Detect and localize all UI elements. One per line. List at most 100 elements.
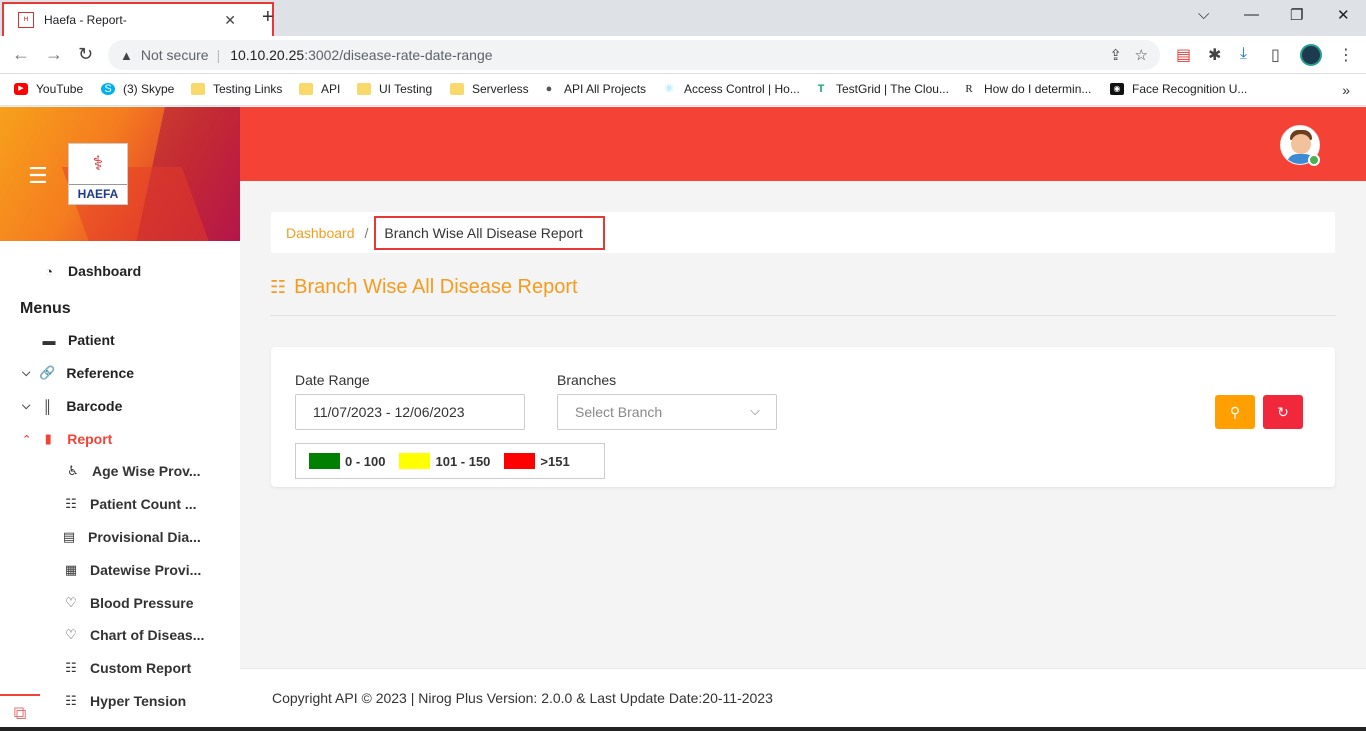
- r-icon: R: [965, 83, 973, 95]
- youtube-icon: ▶: [14, 83, 28, 95]
- breadcrumb-current: Branch Wise All Disease Report: [374, 215, 605, 250]
- browser-tab-active[interactable]: H Haefa - Report- ✕: [2, 2, 274, 36]
- sidebar-subitem-custom-report[interactable]: ☷ Custom Report: [62, 660, 191, 676]
- url-path: :3002/disease-rate-date-range: [304, 47, 493, 63]
- url-separator: |: [216, 47, 221, 63]
- sidebar-subitem-datewise[interactable]: ▦ Datewise Provi...: [62, 562, 201, 578]
- url-field[interactable]: ▲ Not secure | 10.10.20.25:3002/disease-…: [108, 40, 1160, 70]
- bookmark-access-control[interactable]: ⚛ Access Control | Ho...: [662, 82, 800, 96]
- search-button[interactable]: ⚲: [1215, 395, 1255, 429]
- bookmark-face-recognition[interactable]: ◉ Face Recognition U...: [1110, 82, 1247, 96]
- chevron-down-icon: ⌵: [750, 403, 760, 418]
- sidebar-item-label: Provisional Dia...: [88, 529, 201, 545]
- sidebar: ☰ ⚕ HAEFA ◔ Dashboard Menus ▬ Patient ⌵ …: [0, 107, 240, 731]
- sidebar-subitem-age-wise[interactable]: ♿ Age Wise Prov...: [64, 463, 200, 479]
- sidebar-item-label: Patient Count ...: [90, 496, 197, 512]
- laravel-debug-icon[interactable]: ⧉: [0, 694, 40, 731]
- link-icon: 🔗: [39, 365, 56, 380]
- minimize-button[interactable]: —: [1244, 6, 1259, 23]
- window-close-button[interactable]: ✕: [1337, 6, 1350, 24]
- reload-icon[interactable]: ↻: [78, 44, 93, 65]
- chevron-down-icon: ⌵: [22, 366, 31, 379]
- globe-icon: ●: [545, 83, 553, 95]
- tab-search-icon[interactable]: ⌵: [1198, 6, 1209, 23]
- tab-title: Haefa - Report-: [44, 13, 127, 27]
- bookmark-skype[interactable]: S (3) Skype: [101, 82, 174, 96]
- refresh-icon: ↻: [1277, 404, 1289, 420]
- back-arrow-icon[interactable]: ←: [12, 44, 30, 65]
- sidebar-item-label: Hyper Tension: [90, 693, 187, 709]
- address-bar-row: ← → ↻ ▲ Not secure | 10.10.20.25:3002/di…: [0, 36, 1366, 74]
- sidebar-item-label: Report: [67, 431, 113, 447]
- chevron-down-icon: ⌵: [22, 399, 31, 412]
- legend-item-low: 0 - 100: [309, 453, 385, 469]
- sidebar-subitem-patient-count[interactable]: ☷ Patient Count ...: [62, 496, 197, 512]
- restore-button[interactable]: ❐: [1290, 6, 1303, 24]
- side-panel-icon[interactable]: ▯: [1271, 45, 1280, 65]
- legend-label: >151: [540, 453, 570, 469]
- bookmark-label: Access Control | Ho...: [684, 82, 800, 96]
- tab-close-icon[interactable]: ✕: [224, 12, 236, 29]
- extensions-puzzle-icon[interactable]: ✱: [1208, 45, 1221, 65]
- bookmark-youtube[interactable]: ▶ YouTube: [14, 82, 83, 96]
- skype-icon: S: [101, 83, 115, 95]
- date-range-input[interactable]: 11/07/2023 - 12/06/2023: [295, 394, 525, 430]
- sidebar-item-label: Reference: [66, 365, 135, 381]
- camera-icon: ◉: [1110, 83, 1124, 95]
- footer: Copyright API © 2023 | Nirog Plus Versio…: [240, 668, 1366, 731]
- bookmark-star-icon[interactable]: ☆: [1135, 46, 1148, 64]
- sidebar-toggle-icon[interactable]: ☰: [28, 165, 48, 187]
- sidebar-subitem-provisional-diagnosis[interactable]: ▤ Provisional Dia...: [60, 529, 201, 545]
- legend-swatch-red: [504, 453, 536, 469]
- haefa-logo[interactable]: ⚕ HAEFA: [68, 143, 128, 205]
- bookmark-label: Face Recognition U...: [1132, 82, 1248, 96]
- sidebar-item-patient[interactable]: ▬ Patient: [40, 332, 115, 348]
- title-divider: [270, 315, 1336, 316]
- security-label[interactable]: Not secure: [141, 47, 209, 63]
- react-icon: ⚛: [664, 83, 674, 95]
- page-title: ☷ Branch Wise All Disease Report: [270, 276, 578, 299]
- new-tab-button[interactable]: +: [262, 6, 274, 29]
- bookmarks-overflow-icon[interactable]: »: [1342, 82, 1350, 98]
- sidebar-subitem-chart-of-disease[interactable]: ♡ Chart of Diseas...: [62, 627, 204, 643]
- sidebar-subitem-blood-pressure[interactable]: ♡ Blood Pressure: [62, 595, 193, 611]
- date-range-value: 11/07/2023 - 12/06/2023: [313, 404, 465, 420]
- sidebar-item-barcode[interactable]: ⌵ ║ Barcode: [22, 398, 122, 414]
- warning-icon[interactable]: ▲: [120, 48, 133, 63]
- browser-menu-icon[interactable]: ⋮: [1338, 45, 1354, 65]
- branch-select-placeholder: Select Branch: [575, 404, 663, 420]
- download-icon[interactable]: ⤓: [1240, 45, 1247, 63]
- forward-arrow-icon[interactable]: →: [45, 44, 63, 65]
- logo-text: HAEFA: [69, 184, 127, 203]
- bookmark-serverless[interactable]: Serverless: [450, 82, 529, 96]
- todoist-extension-icon[interactable]: ▤: [1176, 45, 1191, 65]
- bookmark-ui-testing[interactable]: UI Testing: [357, 82, 432, 96]
- bookmark-testgrid[interactable]: T TestGrid | The Clou...: [814, 82, 949, 96]
- bookmark-testing-links[interactable]: Testing Links: [191, 82, 282, 96]
- user-injured-icon: ♿: [67, 463, 79, 478]
- taskbar-strip: [0, 727, 1366, 731]
- calendar-icon: ▦: [64, 562, 78, 577]
- branch-select[interactable]: Select Branch ⌵: [557, 394, 777, 430]
- bookmark-api-all-projects[interactable]: ● API All Projects: [542, 82, 646, 96]
- sidebar-subitem-hyper-tension[interactable]: ☷ Hyper Tension: [62, 693, 186, 709]
- share-icon[interactable]: ⇪: [1109, 46, 1122, 64]
- profile-avatar-icon[interactable]: [1300, 44, 1322, 66]
- logo-mark-icon: ⚕: [92, 153, 104, 175]
- legend-item-medium: 101 - 150: [399, 453, 490, 469]
- search-icon: ⚲: [1229, 404, 1241, 420]
- bookmark-api[interactable]: API: [299, 82, 340, 96]
- table-list-icon: ☷: [65, 660, 77, 675]
- breadcrumb-separator: /: [364, 224, 369, 241]
- sidebar-item-reference[interactable]: ⌵ 🔗 Reference: [22, 365, 134, 381]
- bookmark-how-do-i[interactable]: R How do I determin...: [962, 82, 1091, 96]
- sidebar-item-report[interactable]: ⌃ ▮ Report: [22, 431, 112, 447]
- sidebar-item-dashboard[interactable]: ◔ Dashboard: [40, 263, 141, 279]
- refresh-button[interactable]: ↻: [1263, 395, 1303, 429]
- date-range-label: Date Range: [295, 372, 370, 388]
- folder-icon: [450, 83, 464, 95]
- menus-heading: Menus: [20, 300, 71, 317]
- folder-icon: [299, 83, 313, 95]
- breadcrumb-dashboard-link[interactable]: Dashboard: [286, 225, 355, 241]
- bookmark-label: Serverless: [472, 82, 529, 96]
